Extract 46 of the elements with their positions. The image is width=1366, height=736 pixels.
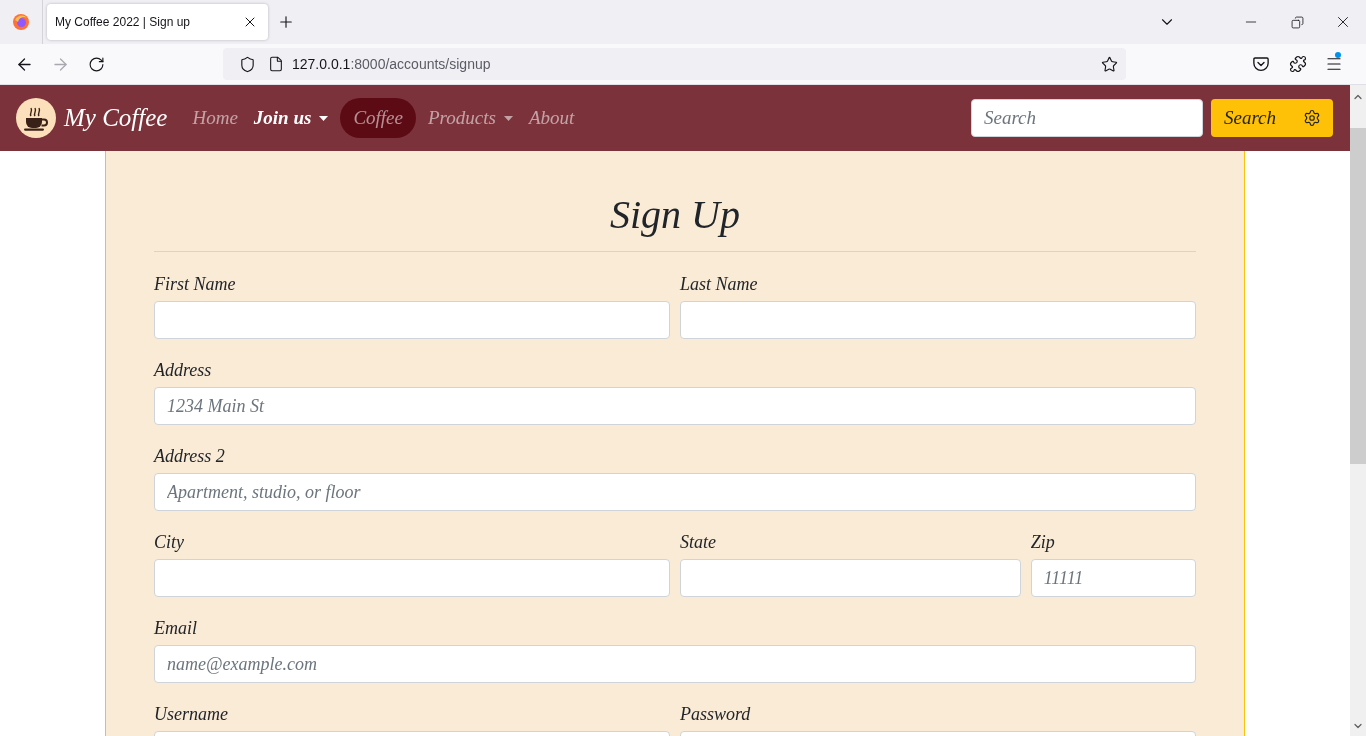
menu-icon[interactable] [1325, 55, 1343, 73]
field-label: First Name [154, 273, 237, 296]
field-label: Last Name [680, 273, 759, 296]
input-field[interactable] [154, 301, 670, 339]
form-title: Sign Up [609, 191, 741, 239]
page-icon [268, 56, 284, 72]
field-label: State [680, 531, 717, 554]
input-field[interactable] [680, 301, 1196, 339]
browser-tab[interactable]: My Coffee 2022 | Sign up [47, 4, 268, 40]
caret-icon [319, 115, 329, 121]
field-label: Zip [1030, 531, 1056, 554]
pouch-icon[interactable] [1252, 55, 1270, 73]
settings-icon [1303, 109, 1321, 127]
field-label: Username [154, 703, 229, 726]
input-field[interactable] [680, 559, 1021, 597]
search-field[interactable]: Search [971, 99, 1203, 137]
puzzle-icon[interactable] [1289, 55, 1307, 73]
scrollbar-thumb[interactable] [1350, 128, 1366, 464]
field-label: Password [680, 703, 752, 726]
url-path-text: :8000/accounts/signup [350, 56, 491, 72]
search-button[interactable]: Search [1211, 99, 1333, 137]
nav-link[interactable]: About [520, 98, 583, 138]
restore-icon[interactable] [1290, 15, 1304, 29]
input-field[interactable]: name@example.com [154, 645, 1196, 683]
nav-link[interactable]: Products [420, 98, 521, 138]
shield-icon[interactable] [239, 55, 256, 73]
input-field[interactable]: 1234 Main St [154, 387, 1196, 425]
nav-link[interactable]: Home [184, 98, 246, 138]
brand-link[interactable]: My Coffee [16, 98, 168, 138]
nav-link[interactable]: Join us [245, 98, 337, 138]
star-icon[interactable] [1101, 55, 1118, 73]
scrollbar[interactable] [1350, 85, 1366, 736]
field-label: Address 2 [154, 445, 226, 468]
field-label: City [154, 531, 185, 554]
reload-icon[interactable] [87, 55, 105, 73]
address-bar[interactable]: 127.0.0.1:8000/accounts/signup [223, 48, 1126, 80]
new-tab-plus-icon[interactable] [277, 13, 295, 31]
nav-link[interactable]: Coffee [340, 98, 416, 138]
browser-logo-icon [13, 14, 29, 30]
input-field[interactable]: 11111 [1030, 559, 1196, 597]
input-field[interactable] [154, 559, 670, 597]
field-label: Address [154, 359, 213, 382]
field-label: Email [154, 617, 198, 640]
caret-icon [503, 115, 513, 121]
url-host-text: 127.0.0.1 [292, 56, 351, 72]
coffee-cup-icon [16, 98, 56, 138]
